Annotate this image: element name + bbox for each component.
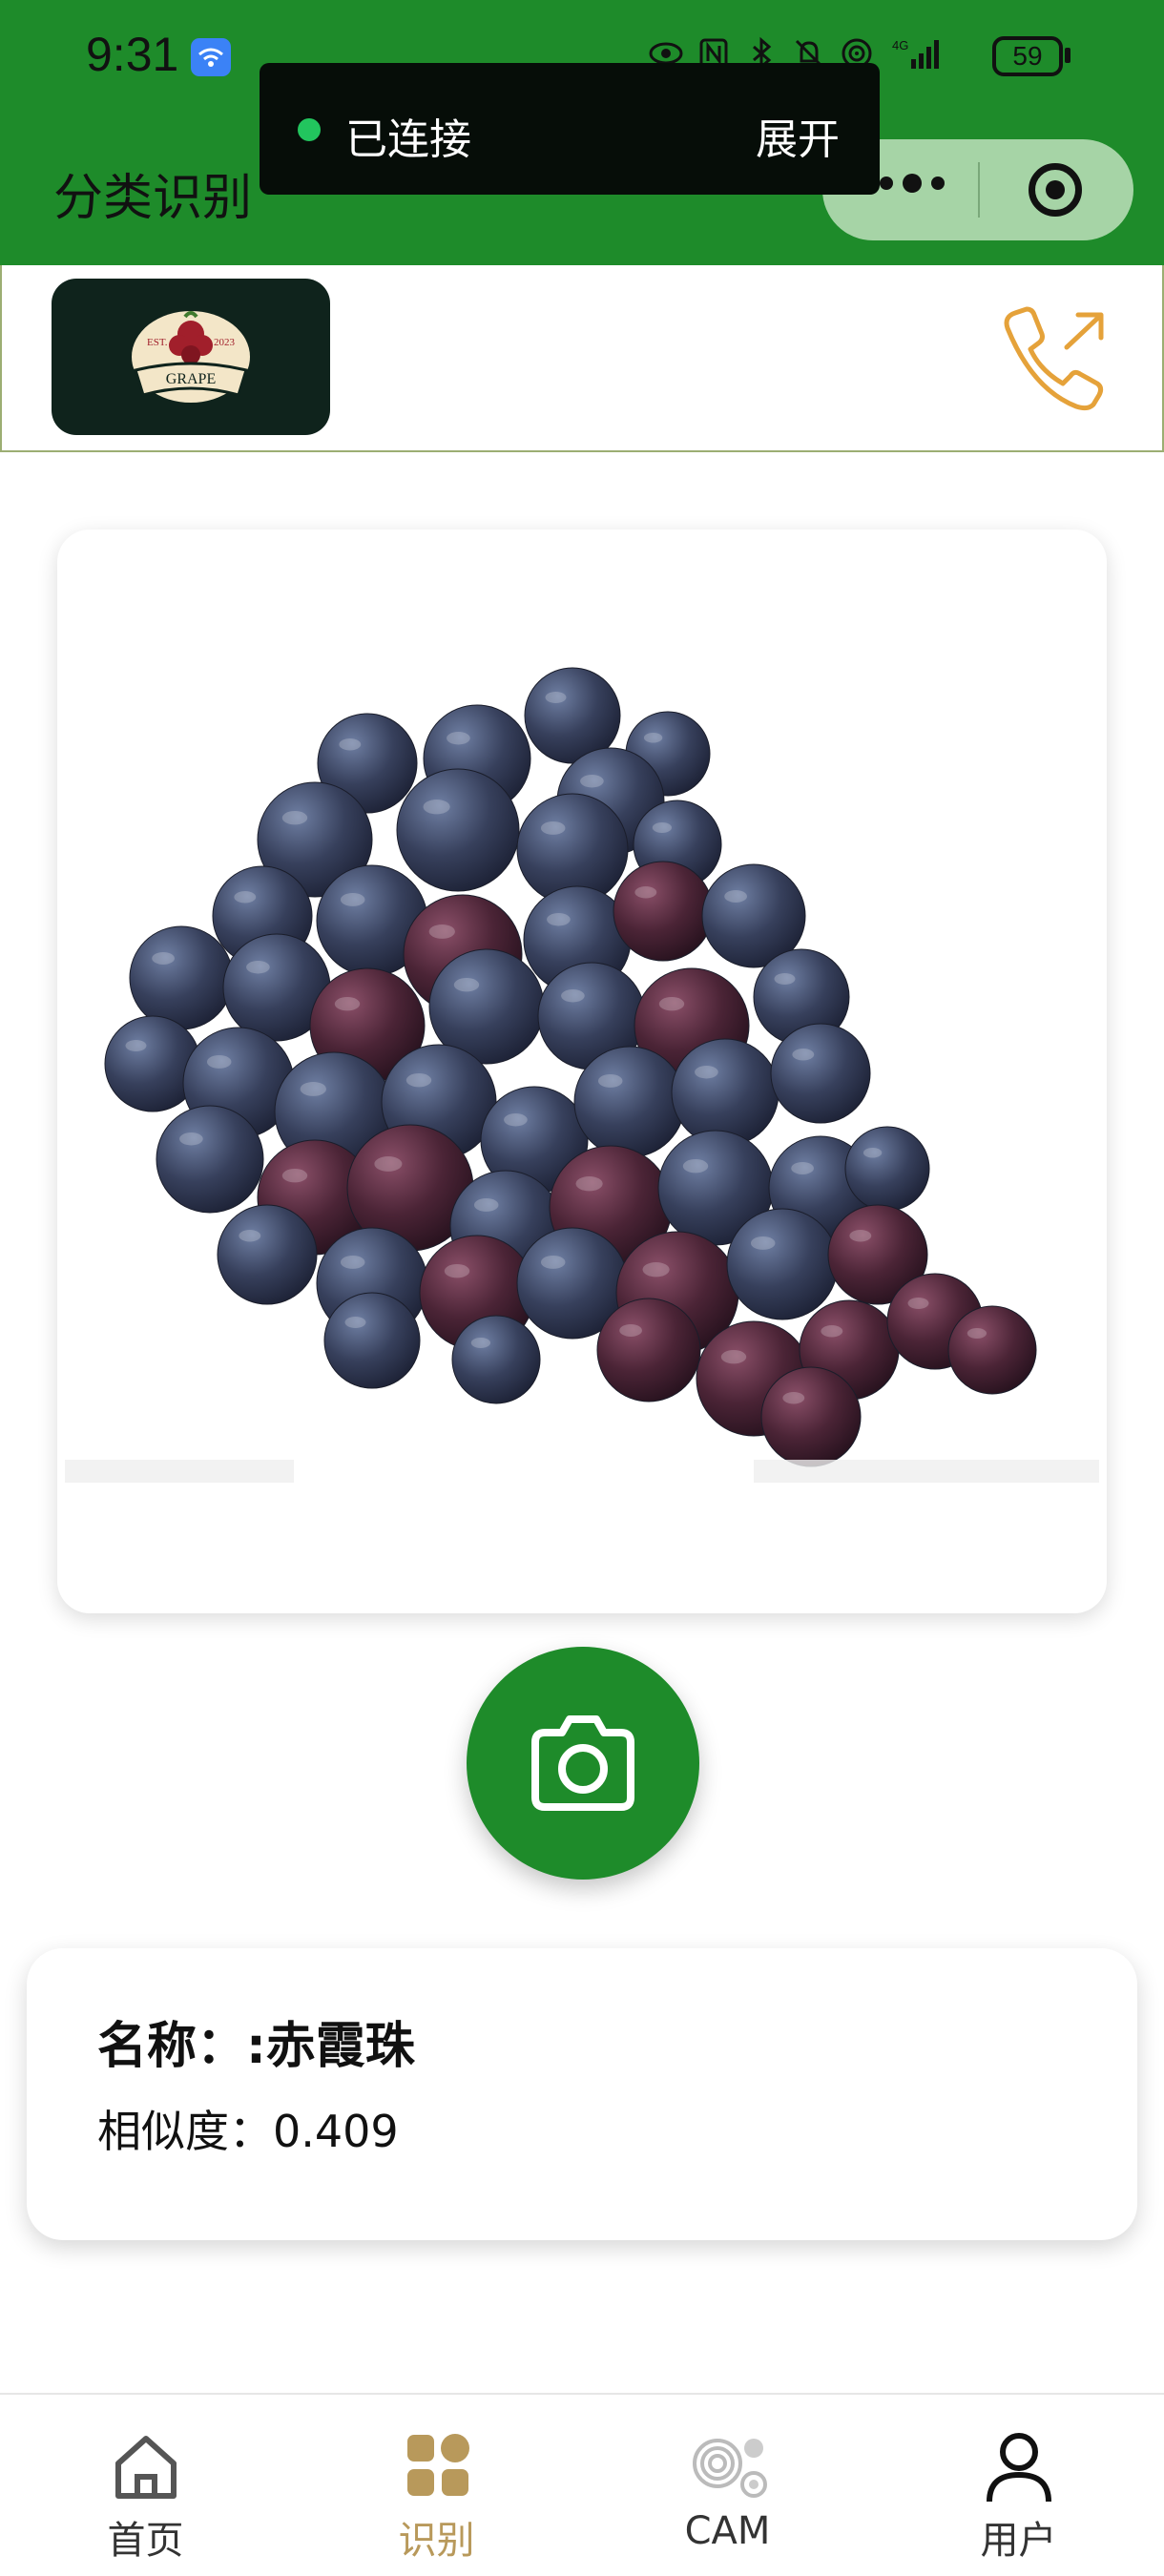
home-icon (115, 2436, 177, 2499)
close-program-button[interactable] (1029, 163, 1082, 217)
logo-year: 2023 (214, 337, 236, 348)
tab-cam-label: CAM (684, 2509, 771, 2553)
tab-recognize[interactable]: 识别 (291, 2395, 582, 2576)
tab-user[interactable]: 用户 (873, 2395, 1164, 2576)
recognition-image-card (57, 530, 1107, 1613)
tab-home[interactable]: 首页 (0, 2395, 291, 2576)
status-time: 9:31 (86, 28, 179, 81)
logo-est: EST. (147, 337, 168, 348)
result-card: 名称：:赤霞珠 相似度：0.409 (27, 1948, 1137, 2240)
page-title: 分类识别 (53, 170, 253, 227)
grape-logo: GRAPE EST. 2023 (52, 279, 330, 435)
expand-button[interactable]: 展开 (756, 105, 840, 166)
svg-text:4G: 4G (892, 38, 908, 52)
grape-photo (65, 667, 1099, 1483)
result-similarity: 相似度：0.409 (97, 2106, 399, 2157)
call-button[interactable] (994, 301, 1118, 416)
wifi-badge-icon (191, 38, 231, 76)
brand-strip: GRAPE EST. 2023 (0, 265, 1164, 452)
tab-home-label: 首页 (107, 2519, 184, 2563)
battery-tip (1065, 48, 1070, 63)
logo-text: GRAPE (166, 371, 216, 387)
connection-status: 已连接 (345, 115, 471, 164)
top-bar: 9:31 4G 59 分类识别 已连接 展开 (0, 0, 1164, 265)
screen: 9:31 4G 59 分类识别 已连接 展开 GRAPE EST. 2023 名… (0, 0, 1164, 2576)
more-options-button[interactable] (880, 174, 945, 193)
battery-indicator: 59 (992, 36, 1063, 76)
signal-4g-icon: 4G (892, 38, 939, 69)
capsule-divider (978, 162, 980, 218)
connection-toast: 已连接 展开 (260, 63, 880, 195)
bottom-tab-bar: 首页 识别 CAM 用户 (0, 2393, 1164, 2576)
connected-dot-icon (298, 118, 321, 141)
tab-cam[interactable]: CAM (582, 2395, 873, 2576)
result-name: 名称：:赤霞珠 (97, 2018, 415, 2075)
tab-recognize-label: 识别 (398, 2519, 475, 2563)
phone-call-icon (1004, 306, 1104, 411)
cam-icon (693, 2439, 767, 2498)
grid-icon (407, 2434, 469, 2496)
camera-button[interactable] (467, 1647, 699, 1880)
camera-icon (531, 1715, 634, 1811)
tab-user-label: 用户 (980, 2519, 1057, 2563)
user-icon (987, 2433, 1051, 2503)
